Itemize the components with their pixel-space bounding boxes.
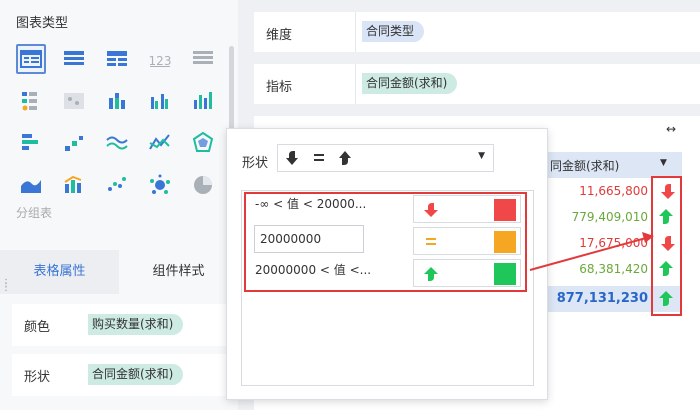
color-label: 颜色 (24, 320, 51, 335)
cross-table-icon[interactable] (102, 44, 132, 74)
horizontal-bar-icon[interactable] (16, 128, 46, 158)
up-arrow-icon (424, 267, 438, 281)
indicator-row: 指标 合同金额(求和) (254, 64, 700, 104)
drag-handle-icon[interactable]: ⋮ ⋮ (1, 279, 11, 298)
chart-type-name: 分组表 (16, 206, 53, 220)
line-chart-icon[interactable] (145, 128, 175, 158)
total-cell: 877,131,230 (556, 291, 648, 306)
kpi-number-icon[interactable]: 123 (145, 44, 175, 74)
threshold-input[interactable]: 20000000 (254, 225, 364, 253)
tab-component-style[interactable]: 组件样式 (119, 250, 238, 294)
table-cell: 779,409,010 (571, 210, 648, 224)
combo-chart-icon[interactable] (59, 170, 89, 200)
shape-setting-label: 形状 (242, 156, 269, 171)
column-chart-icon[interactable] (188, 86, 218, 116)
divider (355, 64, 356, 104)
annotation-arrow (529, 232, 654, 271)
radar-chart-icon[interactable] (188, 128, 218, 158)
column-header-label: 同金额(求和) (550, 159, 620, 173)
detail-table-icon[interactable] (59, 44, 89, 74)
list-table-icon[interactable] (188, 44, 218, 74)
indicator-field-pill[interactable]: 合同金额(求和) (362, 73, 458, 94)
column-header[interactable]: 同金额(求和) ▼ (540, 152, 682, 178)
dimension-field-pill[interactable]: 合同类型 (362, 21, 425, 42)
line-wave-icon[interactable] (102, 128, 132, 158)
rule-condition: 20000000 < 值 <... (255, 263, 372, 277)
rule-symbol-picker[interactable] (413, 259, 521, 287)
equals-icon (426, 238, 436, 245)
chevron-down-icon[interactable]: ▼ (478, 151, 485, 161)
svg-text:123: 123 (149, 54, 172, 68)
table-cell: 11,665,800 (579, 184, 648, 198)
rule-symbol-picker[interactable] (413, 195, 521, 223)
grouped-table-icon[interactable] (16, 44, 46, 74)
shape-field-pill[interactable]: 合同金额(求和) (88, 364, 184, 385)
indicator-label: 指标 (266, 80, 293, 95)
stacked-bar-icon[interactable] (102, 86, 132, 116)
shape-property-row: 形状 合同金额(求和) (12, 354, 230, 396)
area-chart-icon[interactable] (16, 170, 46, 200)
chart-type-title: 图表类型 (16, 16, 69, 31)
dimension-row: 维度 合同类型 (254, 12, 700, 52)
rule-symbol-picker[interactable] (413, 227, 521, 255)
color-swatch[interactable] (494, 263, 516, 285)
bubble-chart-icon[interactable] (145, 170, 175, 200)
color-property-row: 颜色 购买数量(求和) (12, 304, 230, 346)
chevron-down-icon[interactable]: ▼ (660, 158, 667, 168)
pie-chart-icon[interactable] (188, 170, 218, 200)
tab-table-properties[interactable]: 表格属性 (0, 250, 119, 294)
color-swatch[interactable] (494, 199, 516, 221)
rule-condition: -∞ < 值 < 20000... (255, 197, 367, 211)
scatter-step-icon[interactable] (59, 128, 89, 158)
color-table-icon[interactable] (16, 86, 46, 116)
shape-label: 形状 (24, 370, 51, 385)
shape-style-select[interactable]: ▼ (277, 144, 494, 172)
divider (355, 12, 356, 52)
scatter-chart-icon[interactable] (102, 170, 132, 200)
dimension-label: 维度 (266, 28, 293, 43)
color-swatch[interactable] (494, 231, 516, 253)
down-arrow-icon (424, 203, 438, 217)
multi-bar-icon[interactable] (145, 86, 175, 116)
fit-width-icon[interactable]: ↔ (666, 122, 676, 136)
map-table-icon[interactable] (59, 86, 89, 116)
color-field-pill[interactable]: 购买数量(求和) (88, 314, 184, 335)
arrow-shape-preview-icon (286, 151, 351, 165)
